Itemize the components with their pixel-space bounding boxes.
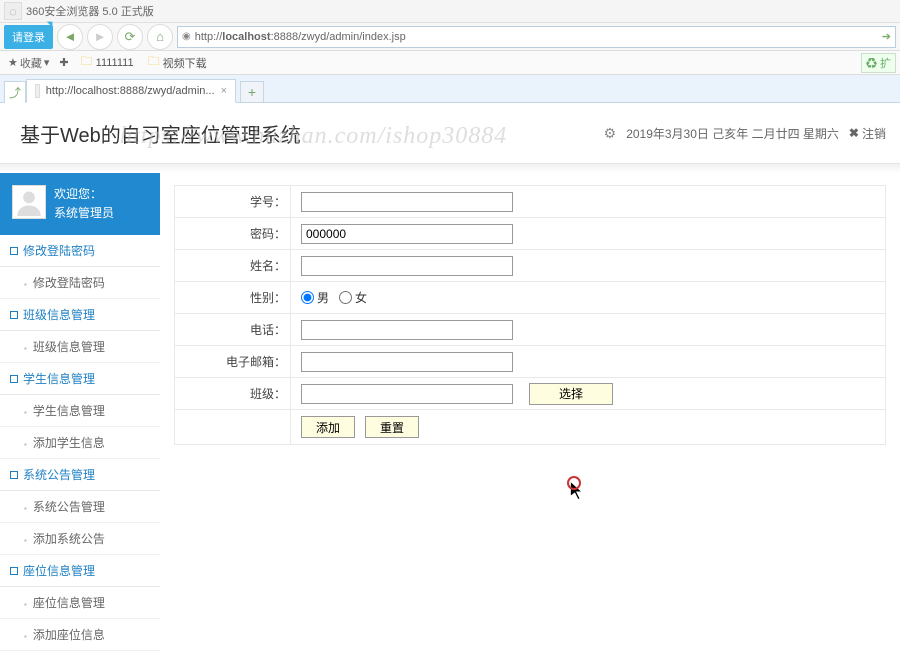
reset-button[interactable]: 重置: [365, 416, 419, 438]
student-form: 学号： 密码： 姓名： 性别： 男 女: [174, 185, 886, 445]
header-divider: [0, 163, 900, 173]
label-name: 姓名：: [175, 250, 291, 282]
input-name[interactable]: [301, 256, 513, 276]
lock-icon: ◉: [182, 31, 191, 42]
label-email: 电子邮箱：: [175, 346, 291, 378]
close-icon: ✖: [849, 126, 859, 140]
user-block: 欢迎您： 系统管理员: [0, 173, 160, 235]
date-text: 2019年3月30日 己亥年 二月廿四 星期六: [626, 125, 839, 142]
extension-button[interactable]: ♻ 扩: [861, 53, 896, 73]
avatar: [12, 185, 46, 219]
label-class: 班级：: [175, 378, 291, 410]
label-phone: 电话：: [175, 314, 291, 346]
tabs-bar: ⤴ http://localhost:8888/zwyd/admin... × …: [0, 75, 900, 103]
menu-group-header[interactable]: 班级信息管理: [0, 299, 160, 331]
home-button[interactable]: ⌂: [147, 24, 173, 50]
browser-nav: 请登录 ◄ ► ⟳ ⌂ ◉ http://localhost:8888/zwyd…: [0, 23, 900, 51]
reload-button[interactable]: ⟳: [117, 24, 143, 50]
input-class[interactable]: [301, 384, 513, 404]
page-header: 基于Web的自习室座位管理系统 https://www.huzhan.com/i…: [0, 103, 900, 163]
page-title: 基于Web的自习室座位管理系统: [20, 119, 301, 148]
folder-icon: 🗀: [81, 52, 93, 73]
page-content: 基于Web的自习室座位管理系统 https://www.huzhan.com/i…: [0, 103, 900, 597]
pin-tab-icon[interactable]: ⤴: [4, 81, 26, 103]
label-password: 密码：: [175, 218, 291, 250]
radio-female[interactable]: 女: [339, 289, 367, 306]
input-email[interactable]: [301, 352, 513, 372]
input-password[interactable]: [301, 224, 513, 244]
add-bookmark-button[interactable]: ✚: [55, 56, 72, 69]
main-panel: 学号： 密码： 姓名： 性别： 男 女: [160, 173, 900, 597]
menu-item[interactable]: 座位信息管理: [0, 587, 160, 619]
menu-item[interactable]: 系统公告管理: [0, 491, 160, 523]
bookmark-item[interactable]: 🗀1111111: [75, 51, 140, 75]
label-actions: [175, 410, 291, 445]
new-tab-button[interactable]: +: [240, 81, 264, 103]
browser-titlebar: ◌ 360安全浏览器 5.0 正式版: [0, 0, 900, 23]
menu-item[interactable]: 修改登陆密码: [0, 267, 160, 299]
menu-group-header[interactable]: 座位信息管理: [0, 555, 160, 587]
favorites-button[interactable]: ★ 收藏 ▾: [4, 55, 53, 71]
video-download-bookmark[interactable]: 🗀视频下载: [142, 51, 213, 75]
app-title: 360安全浏览器 5.0 正式版: [26, 3, 154, 19]
bookmarks-bar: ★ 收藏 ▾ ✚ 🗀1111111🗀1111111🗀1111111🗀111111…: [0, 51, 900, 75]
folder-icon: 🗀: [148, 52, 160, 73]
menu-item[interactable]: 添加座位信息: [0, 619, 160, 651]
menu-item[interactable]: 添加学生信息: [0, 427, 160, 459]
menu-item[interactable]: 班级信息管理: [0, 331, 160, 363]
url-text: http://localhost:8888/zwyd/admin/index.j…: [195, 31, 406, 43]
forward-button[interactable]: ►: [87, 24, 113, 50]
go-arrow-icon[interactable]: ➔: [882, 30, 891, 43]
tab-favicon: [35, 84, 40, 98]
sidebar: 欢迎您： 系统管理员 修改登陆密码修改登陆密码班级信息管理班级信息管理学生信息管…: [0, 173, 160, 597]
menu-group-header[interactable]: 学生信息管理: [0, 363, 160, 395]
radio-male[interactable]: 男: [301, 289, 329, 306]
tab-close-icon[interactable]: ×: [221, 85, 227, 97]
login-badge[interactable]: 请登录: [4, 25, 53, 49]
label-gender: 性别：: [175, 282, 291, 314]
label-student-id: 学号：: [175, 186, 291, 218]
input-phone[interactable]: [301, 320, 513, 340]
user-name: 系统管理员: [54, 204, 114, 223]
active-tab[interactable]: http://localhost:8888/zwyd/admin... ×: [26, 79, 236, 103]
menu-group-header[interactable]: 修改登陆密码: [0, 235, 160, 267]
menu-group-header[interactable]: 系统公告管理: [0, 459, 160, 491]
menu-item[interactable]: 添加系统公告: [0, 523, 160, 555]
add-button[interactable]: 添加: [301, 416, 355, 438]
logout-link[interactable]: ✖注销: [849, 125, 886, 142]
tab-title: http://localhost:8888/zwyd/admin...: [46, 85, 215, 97]
welcome-label: 欢迎您：: [54, 185, 114, 204]
menu-item[interactable]: 学生信息管理: [0, 395, 160, 427]
select-class-button[interactable]: 选择: [529, 383, 613, 405]
app-icon: ◌: [4, 2, 22, 20]
input-student-id[interactable]: [301, 192, 513, 212]
url-bar[interactable]: ◉ http://localhost:8888/zwyd/admin/index…: [177, 26, 896, 48]
back-button[interactable]: ◄: [57, 24, 83, 50]
gear-icon: ⚙: [604, 125, 617, 142]
